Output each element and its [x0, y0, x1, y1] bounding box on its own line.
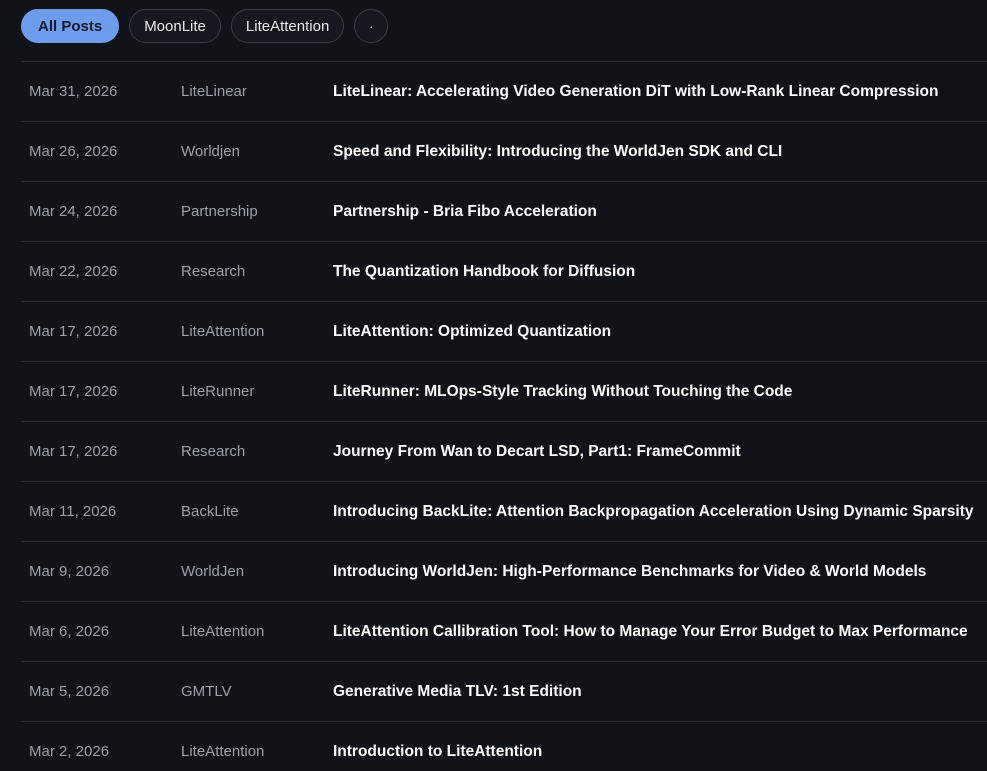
post-title-link[interactable]: LiteAttention Callibration Tool: How to …: [333, 623, 987, 641]
post-title-link[interactable]: LiteAttention: Optimized Quantization: [333, 323, 987, 341]
post-list: Mar 31, 2026 LiteLinear LiteLinear: Acce…: [21, 61, 987, 771]
post-category: LiteLinear: [181, 83, 247, 100]
post-title-link[interactable]: Partnership - Bria Fibo Acceleration: [333, 203, 987, 221]
post-category: LiteAttention: [181, 743, 265, 760]
post-row[interactable]: Mar 17, 2026 Research Journey From Wan t…: [21, 422, 987, 482]
post-date: Mar 17, 2026: [29, 443, 118, 460]
post-date: Mar 24, 2026: [29, 203, 118, 220]
post-row[interactable]: Mar 6, 2026 LiteAttention LiteAttention …: [21, 602, 987, 662]
post-category: Research: [181, 443, 246, 460]
category-filter-bar: All Posts MoonLite LiteAttention ·: [21, 8, 389, 44]
post-row[interactable]: Mar 31, 2026 LiteLinear LiteLinear: Acce…: [21, 62, 987, 122]
post-title-link[interactable]: Speed and Flexibility: Introducing the W…: [333, 143, 987, 161]
post-title-link[interactable]: LiteRunner: MLOps-Style Tracking Without…: [333, 383, 987, 401]
post-date: Mar 22, 2026: [29, 263, 118, 280]
post-category: LiteAttention: [181, 623, 265, 640]
post-date: Mar 6, 2026: [29, 623, 110, 640]
blog-post-list-page: All Posts MoonLite LiteAttention · Mar 3…: [0, 0, 987, 771]
post-row[interactable]: Mar 2, 2026 LiteAttention Introduction t…: [21, 722, 987, 771]
post-title-link[interactable]: Introduction to LiteAttention: [333, 743, 987, 761]
post-row[interactable]: Mar 26, 2026 Worldjen Speed and Flexibil…: [21, 122, 987, 182]
post-row[interactable]: Mar 17, 2026 LiteRunner LiteRunner: MLOp…: [21, 362, 987, 422]
post-row[interactable]: Mar 9, 2026 WorldJen Introducing WorldJe…: [21, 542, 987, 602]
post-row[interactable]: Mar 5, 2026 GMTLV Generative Media TLV: …: [21, 662, 987, 722]
post-date: Mar 26, 2026: [29, 143, 118, 160]
post-row[interactable]: Mar 24, 2026 Partnership Partnership - B…: [21, 182, 987, 242]
post-category: Worldjen: [181, 143, 240, 160]
more-filters-button[interactable]: ·: [354, 9, 389, 43]
post-title-link[interactable]: Introducing WorldJen: High-Performance B…: [333, 563, 987, 581]
post-date: Mar 17, 2026: [29, 383, 118, 400]
post-title-link[interactable]: Generative Media TLV: 1st Edition: [333, 683, 987, 701]
post-date: Mar 9, 2026: [29, 563, 110, 580]
post-category: LiteAttention: [181, 323, 265, 340]
post-title-link[interactable]: LiteLinear: Accelerating Video Generatio…: [333, 83, 987, 101]
post-row[interactable]: Mar 11, 2026 BackLite Introducing BackLi…: [21, 482, 987, 542]
post-date: Mar 11, 2026: [29, 503, 117, 520]
post-category: LiteRunner: [181, 383, 255, 400]
post-date: Mar 2, 2026: [29, 743, 110, 760]
post-row[interactable]: Mar 22, 2026 Research The Quantization H…: [21, 242, 987, 302]
post-category: Research: [181, 263, 246, 280]
post-category: BackLite: [181, 503, 239, 520]
filter-liteattention-button[interactable]: LiteAttention: [230, 9, 345, 43]
post-title-link[interactable]: Introducing BackLite: Attention Backprop…: [333, 503, 987, 521]
post-title-link[interactable]: Journey From Wan to Decart LSD, Part1: F…: [333, 443, 987, 461]
post-row[interactable]: Mar 17, 2026 LiteAttention LiteAttention…: [21, 302, 987, 362]
filter-moonlite-button[interactable]: MoonLite: [129, 9, 221, 43]
post-title-link[interactable]: The Quantization Handbook for Diffusion: [333, 263, 987, 281]
post-category: GMTLV: [181, 683, 232, 700]
post-category: WorldJen: [181, 563, 245, 580]
post-date: Mar 5, 2026: [29, 683, 110, 700]
post-date: Mar 31, 2026: [29, 83, 118, 100]
post-date: Mar 17, 2026: [29, 323, 118, 340]
post-category: Partnership: [181, 203, 258, 220]
filter-all-posts-button[interactable]: All Posts: [21, 9, 120, 43]
